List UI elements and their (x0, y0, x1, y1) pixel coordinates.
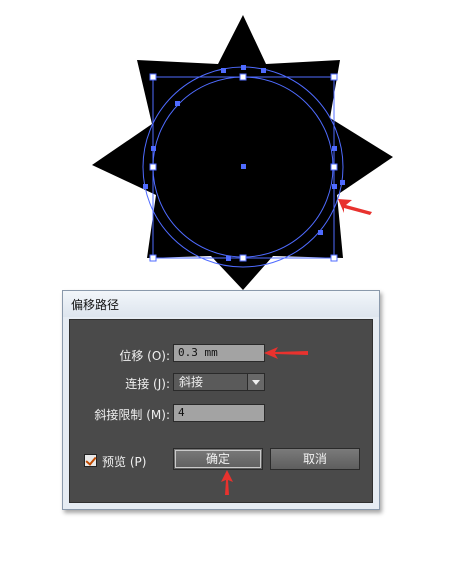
offset-input[interactable]: 0.3 mm (173, 344, 265, 362)
offset-path-dialog: 偏移路径 位移 (O): 0.3 mm 连接 (J): 斜接 斜接限制 (M):… (62, 290, 380, 510)
cancel-button[interactable]: 取消 (270, 448, 360, 470)
miter-limit-label: 斜接限制 (M): (94, 408, 170, 422)
dialog-titlebar[interactable]: 偏移路径 (63, 291, 379, 317)
ok-button[interactable]: 确定 (173, 448, 263, 470)
star-shape[interactable] (92, 15, 393, 290)
offset-arrow-icon (264, 347, 308, 359)
ok-arrow-icon (221, 470, 233, 495)
annotation-arrow-icon (338, 199, 372, 215)
offset-label: 位移 (O): (119, 349, 170, 363)
preview-label: 预览 (P) (102, 455, 147, 469)
dialog-body: 位移 (O): 0.3 mm 连接 (J): 斜接 斜接限制 (M): 4 预览… (69, 319, 373, 503)
dialog-title: 偏移路径 (71, 298, 120, 312)
miter-limit-input[interactable]: 4 (173, 404, 265, 422)
joins-select[interactable]: 斜接 (173, 373, 265, 391)
preview-checkbox[interactable] (84, 454, 97, 467)
artboard (92, 15, 393, 290)
joins-select-value: 斜接 (179, 375, 204, 389)
chevron-down-icon[interactable] (247, 374, 264, 390)
joins-label: 连接 (J): (125, 377, 170, 391)
